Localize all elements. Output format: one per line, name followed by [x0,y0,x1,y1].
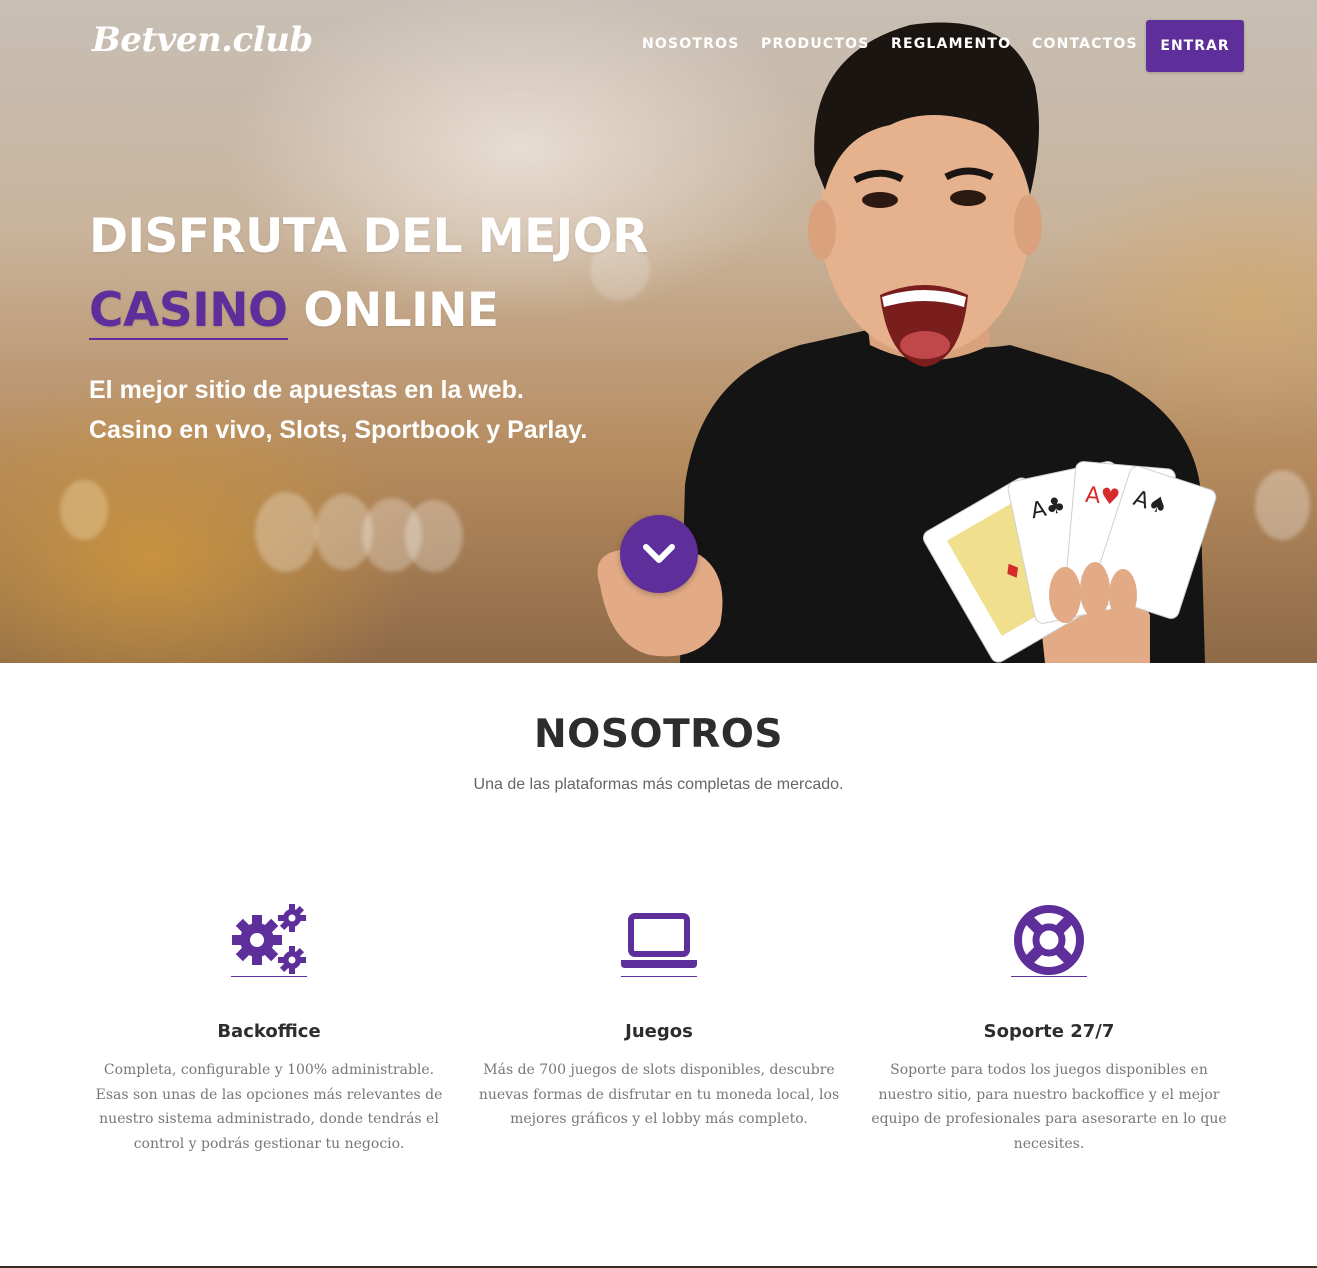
feature-icon-wrap [1011,900,1087,977]
section-subtitle: Una de las plataformas más completas de … [473,776,844,793]
laptop-icon [621,913,697,968]
feature-text: Más de 700 juegos de slots disponibles, … [478,1062,840,1127]
bokeh-light [1255,470,1310,540]
hero-title-rest: ONLINE [287,283,499,338]
feature-icon-wrap [621,900,697,977]
svg-text:A♥: A♥ [1084,483,1121,511]
hero-title-accent: CASINO [89,283,288,340]
chevron-down-icon [643,544,675,563]
scroll-down-button[interactable] [620,515,698,593]
feature-icon-wrap [231,900,307,977]
section-title-nosotros: NOSOTROS [534,712,783,757]
site-logo[interactable]: Betven.club [92,20,313,60]
hero-title-line2: CASINO ONLINE [89,274,648,348]
hero-section: ♦ A♣ A♥ A♠ Betven.club NOSOTROS PRODUCTO… [0,0,1317,663]
bokeh-light [60,480,108,540]
nav-link-contactos[interactable]: CONTACTOS [1032,36,1138,52]
hero-title-line1: DISFRUTA DEL MEJOR [89,209,648,264]
feature-text: Completa, configurable y 100% administra… [95,1062,443,1152]
feature-soporte: Soporte 27/7 Soporte para todos los jueg… [864,900,1234,1156]
life-ring-icon [1014,905,1084,975]
nav-link-productos[interactable]: PRODUCTOS [761,36,870,52]
nav-link-reglamento[interactable]: REGLAMENTO [891,36,1011,52]
feature-title: Juegos [625,1021,693,1042]
nav-link-nosotros[interactable]: NOSOTROS [642,36,740,52]
feature-title: Soporte 27/7 [983,1021,1115,1042]
login-button[interactable]: ENTRAR [1146,20,1244,72]
hero-subtitle-line2: Casino en vivo, Slots, Sportbook y Parla… [89,416,588,444]
gears-icon [232,904,306,974]
bokeh-light [405,500,463,572]
hero-title: DISFRUTA DEL MEJOR CASINO ONLINE [89,200,648,348]
feature-text: Soporte para todos los juegos disponible… [871,1062,1227,1152]
bokeh-light [255,492,317,572]
hero-subtitle: El mejor sitio de apuestas en la web. Ca… [89,370,587,450]
feature-backoffice: Backoffice Completa, configurable y 100%… [84,900,454,1156]
hero-subtitle-line1: El mejor sitio de apuestas en la web. [89,376,524,404]
feature-title: Backoffice [217,1021,321,1042]
feature-juegos: Juegos Más de 700 juegos de slots dispon… [474,900,844,1132]
